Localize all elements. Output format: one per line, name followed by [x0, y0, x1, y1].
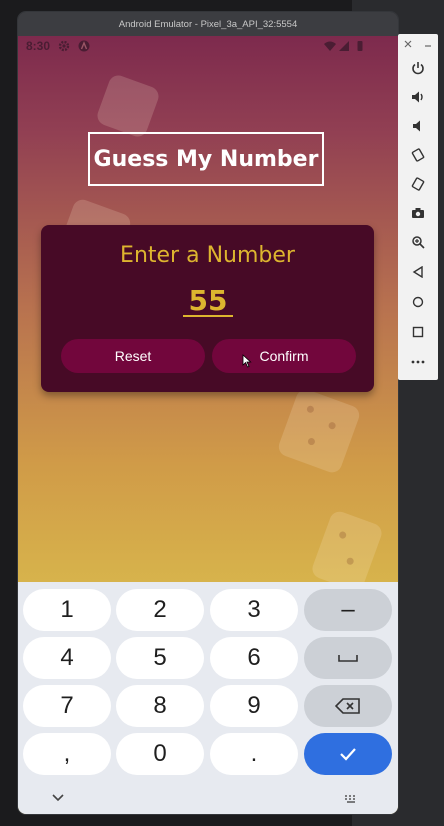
status-time: 8:30	[26, 39, 51, 53]
zoom-icon[interactable]	[408, 232, 428, 252]
home-icon[interactable]	[408, 292, 428, 312]
key-comma[interactable]: ,	[23, 733, 111, 775]
emulator-titlebar[interactable]: Android Emulator - Pixel_3a_API_32:5554	[18, 12, 398, 36]
keyboard-switch-icon[interactable]	[344, 794, 358, 804]
key-4[interactable]: 4	[23, 637, 111, 679]
settings-icon	[58, 40, 70, 52]
key-0[interactable]: 0	[116, 733, 204, 775]
key-1[interactable]: 1	[23, 589, 111, 631]
key-9[interactable]: 9	[210, 685, 298, 727]
input-card: Enter a Number Reset Confirm	[41, 225, 374, 392]
card-heading: Enter a Number	[120, 243, 295, 268]
rotate-right-icon[interactable]	[408, 174, 428, 194]
minimize-icon[interactable]	[420, 36, 436, 52]
key-2[interactable]: 2	[116, 589, 204, 631]
reset-button[interactable]: Reset	[61, 339, 205, 373]
key-backspace[interactable]	[304, 685, 392, 727]
volume-up-icon[interactable]	[408, 87, 428, 107]
rotate-left-icon[interactable]	[408, 145, 428, 165]
number-input[interactable]	[183, 285, 233, 317]
key-6[interactable]: 6	[210, 637, 298, 679]
key-space[interactable]	[304, 637, 392, 679]
chevron-down-icon[interactable]	[52, 794, 64, 802]
device-screen: 8:30 Guess My Number Enter a Number 55 R…	[18, 36, 398, 814]
back-icon[interactable]	[408, 262, 428, 282]
confirm-button[interactable]: Confirm	[212, 339, 356, 373]
signal-icon	[339, 41, 349, 51]
volume-down-icon[interactable]	[408, 116, 428, 136]
battery-icon	[357, 41, 363, 51]
numeric-keyboard: 1 2 3 – 4 5 6 7 8 9 , 0 .	[18, 582, 398, 814]
mouse-cursor-icon	[242, 354, 252, 368]
space-icon	[338, 655, 358, 662]
check-icon	[340, 748, 356, 761]
dice-decoration	[276, 386, 362, 476]
wifi-icon	[324, 41, 336, 51]
overview-icon[interactable]	[408, 322, 428, 342]
accessibility-icon	[78, 40, 90, 52]
key-done[interactable]	[304, 733, 392, 775]
backspace-icon	[335, 698, 360, 714]
app-title: Guess My Number	[88, 132, 324, 186]
key-5[interactable]: 5	[116, 637, 204, 679]
dice-decoration	[309, 508, 385, 594]
more-icon[interactable]	[408, 352, 428, 372]
key-minus[interactable]: –	[304, 589, 392, 631]
emulator-window: Android Emulator - Pixel_3a_API_32:5554 …	[18, 12, 398, 814]
close-icon[interactable]	[400, 36, 416, 52]
dice-decoration	[94, 72, 162, 140]
key-dot[interactable]: .	[210, 733, 298, 775]
power-icon[interactable]	[408, 58, 428, 78]
key-8[interactable]: 8	[116, 685, 204, 727]
key-3[interactable]: 3	[210, 589, 298, 631]
key-7[interactable]: 7	[23, 685, 111, 727]
status-bar: 8:30	[18, 36, 398, 58]
emulator-side-toolbar	[398, 34, 438, 380]
camera-icon[interactable]	[408, 203, 428, 223]
